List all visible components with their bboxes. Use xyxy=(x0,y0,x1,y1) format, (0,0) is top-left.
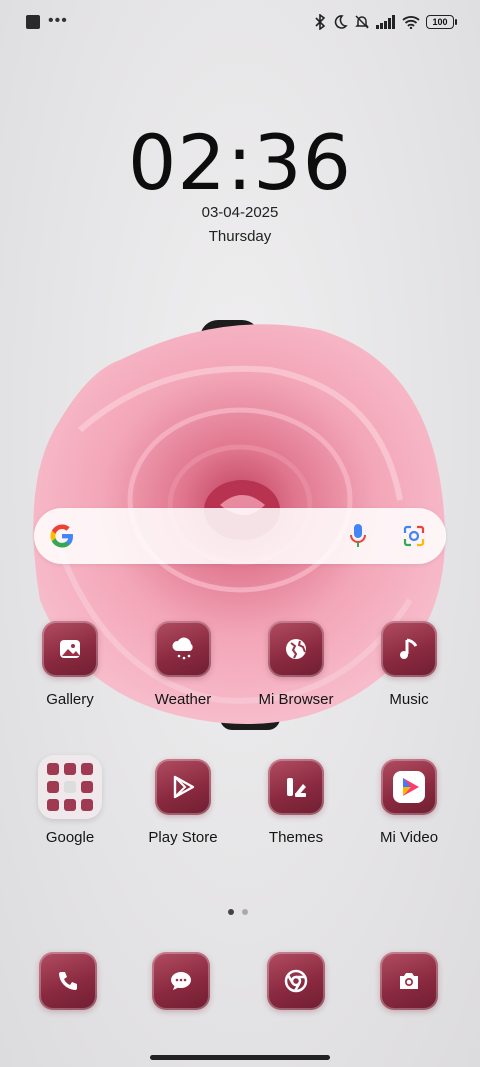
dock-chrome[interactable] xyxy=(241,952,351,1010)
app-weather[interactable]: Weather xyxy=(128,621,238,708)
google-search-bar[interactable] xyxy=(34,508,446,564)
clock-time[interactable]: 02:36 xyxy=(0,118,480,207)
play-store-icon xyxy=(155,759,211,815)
signal-icon xyxy=(376,15,395,29)
lens-icon[interactable] xyxy=(402,524,426,548)
more-notifications-icon: ••• xyxy=(48,12,68,29)
app-mi-video[interactable]: Mi Video xyxy=(354,759,464,846)
battery-icon: 100 xyxy=(426,15,457,29)
notifications-off-icon xyxy=(355,15,369,29)
status-bar: ••• 100 xyxy=(0,0,480,44)
messages-icon xyxy=(152,952,210,1010)
page-dot xyxy=(242,909,248,915)
dock-camera[interactable] xyxy=(354,952,464,1010)
gesture-navigation-bar[interactable] xyxy=(150,1055,330,1060)
folder-google[interactable]: Google xyxy=(15,755,125,846)
do-not-disturb-icon xyxy=(334,15,348,29)
music-icon xyxy=(381,621,437,677)
app-label: Mi Browser xyxy=(258,691,334,708)
bluetooth-icon xyxy=(315,14,326,30)
app-label: Gallery xyxy=(46,691,94,708)
weather-icon xyxy=(155,621,211,677)
themes-icon xyxy=(268,759,324,815)
gallery-icon xyxy=(42,621,98,677)
wifi-icon xyxy=(402,16,420,29)
app-label: Weather xyxy=(154,691,212,708)
chrome-icon xyxy=(267,952,325,1010)
globe-icon xyxy=(268,621,324,677)
page-dot-active xyxy=(228,909,234,915)
phone-icon xyxy=(39,952,97,1010)
app-themes[interactable]: Themes xyxy=(241,759,351,846)
app-label: Music xyxy=(389,691,429,708)
dock-phone[interactable] xyxy=(13,952,123,1010)
app-label: Themes xyxy=(268,829,324,846)
google-logo xyxy=(50,524,73,548)
screen-record-icon xyxy=(26,15,40,29)
mic-icon[interactable] xyxy=(348,522,368,550)
app-gallery[interactable]: Gallery xyxy=(15,621,125,708)
app-label: Google xyxy=(45,829,95,846)
camera-icon xyxy=(380,952,438,1010)
clock-date: 03-04-2025 xyxy=(201,204,279,221)
google-folder-icon xyxy=(38,755,102,819)
app-label: Play Store xyxy=(148,829,218,846)
mi-video-icon xyxy=(381,759,437,815)
dock-messages[interactable] xyxy=(126,952,236,1010)
app-label: Mi Video xyxy=(379,829,439,846)
clock-day: Thursday xyxy=(208,228,272,245)
app-music[interactable]: Music xyxy=(354,621,464,708)
app-mi-browser[interactable]: Mi Browser xyxy=(241,621,351,708)
page-indicator xyxy=(228,909,248,915)
app-play-store[interactable]: Play Store xyxy=(128,759,238,846)
